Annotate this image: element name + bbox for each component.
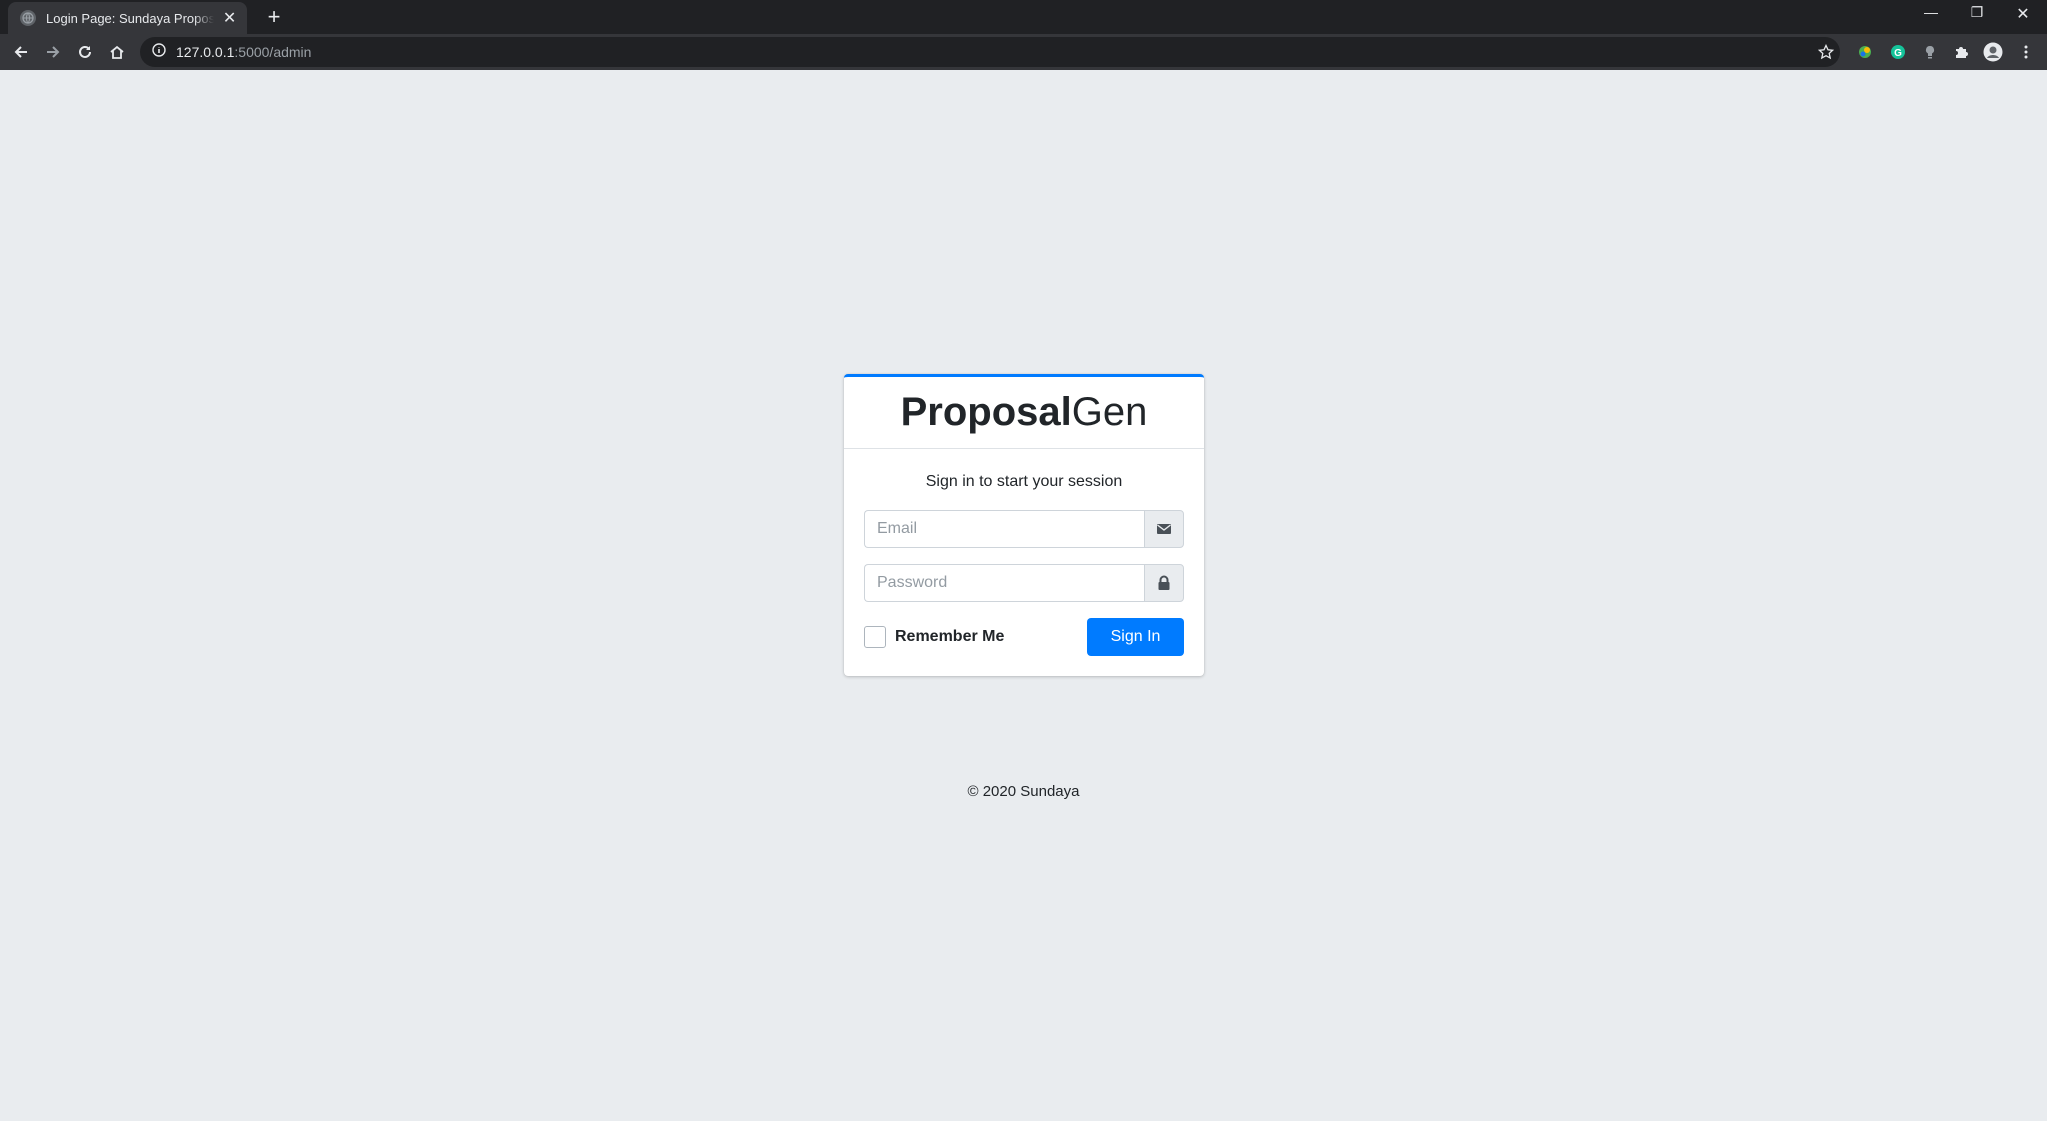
page-footer: © 2020 Sundaya [967, 783, 1080, 800]
forward-icon[interactable] [43, 42, 63, 62]
login-card-body: Sign in to start your session Remember M… [844, 449, 1204, 676]
login-actions-row: Remember Me Sign In [864, 618, 1184, 656]
password-group [864, 564, 1184, 602]
envelope-icon [1144, 510, 1184, 548]
kebab-menu-icon[interactable] [2016, 42, 2036, 62]
brand-logo[interactable]: ProposalGen [901, 390, 1148, 435]
address-bar[interactable]: 127.0.0.1:5000/admin [140, 37, 1840, 67]
minimize-button[interactable]: — [1916, 4, 1946, 20]
back-icon[interactable] [11, 42, 31, 62]
tab-title: Login Page: Sundaya Proposal Gen [46, 10, 215, 26]
browser-tabstrip: Login Page: Sundaya Proposal Gen ✕ + — ❐… [0, 0, 2047, 34]
info-icon[interactable] [152, 42, 166, 62]
sign-in-button[interactable]: Sign In [1087, 618, 1184, 656]
login-card: ProposalGen Sign in to start your sessio… [844, 374, 1204, 676]
lock-icon [1144, 564, 1184, 602]
home-icon[interactable] [107, 42, 127, 62]
reload-icon[interactable] [75, 42, 95, 62]
email-group [864, 510, 1184, 548]
browser-tab[interactable]: Login Page: Sundaya Proposal Gen ✕ [8, 2, 247, 34]
grammarly-icon[interactable]: G [1888, 42, 1908, 62]
close-icon[interactable]: ✕ [222, 8, 237, 28]
login-card-header: ProposalGen [844, 377, 1204, 449]
lightbulb-icon[interactable] [1920, 42, 1940, 62]
extension-icon[interactable] [1855, 42, 1875, 62]
puzzle-icon[interactable] [1951, 42, 1971, 62]
remember-me[interactable]: Remember Me [864, 626, 1004, 648]
window-close-button[interactable]: ✕ [2008, 4, 2038, 24]
password-field[interactable] [864, 564, 1144, 602]
remember-checkbox[interactable] [864, 626, 886, 648]
email-field[interactable] [864, 510, 1144, 548]
remember-label[interactable]: Remember Me [895, 628, 1004, 646]
login-message: Sign in to start your session [925, 473, 1123, 490]
globe-icon [20, 10, 36, 26]
page-content: ProposalGen Sign in to start your sessio… [0, 70, 2047, 1121]
browser-toolbar: 127.0.0.1:5000/admin G [0, 34, 2047, 70]
svg-text:G: G [1894, 48, 1902, 59]
url-text: 127.0.0.1:5000/admin [176, 44, 312, 60]
bookmark-star-icon[interactable] [1816, 42, 1836, 62]
profile-avatar-icon[interactable] [1983, 42, 2003, 62]
new-tab-button[interactable]: + [262, 5, 286, 29]
restore-button[interactable]: ❐ [1962, 4, 1992, 21]
